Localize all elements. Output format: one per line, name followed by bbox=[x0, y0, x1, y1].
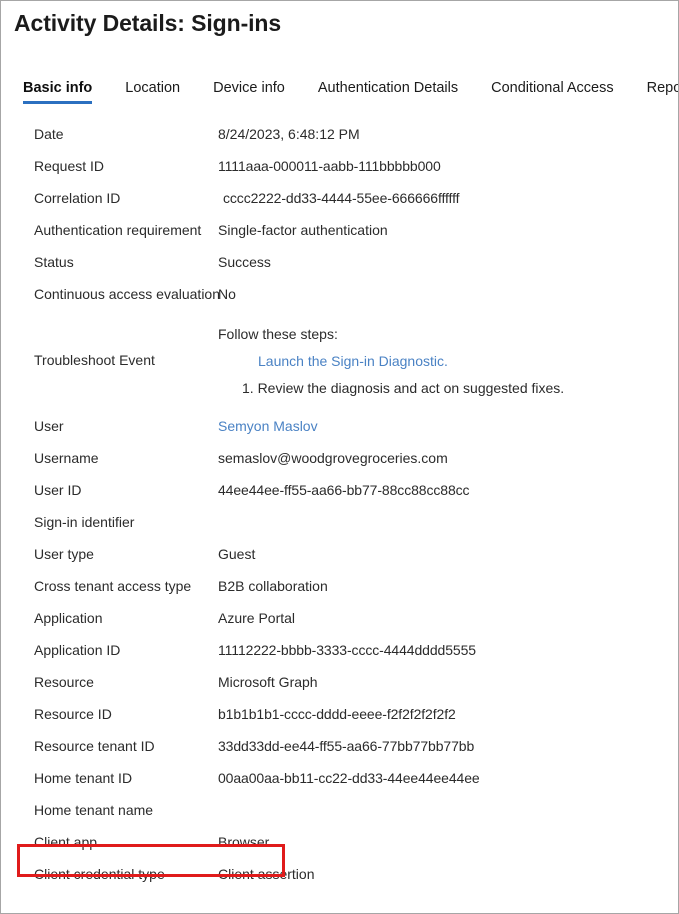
row-value: b1b1b1b1-cccc-dddd-eeee-f2f2f2f2f2f2 bbox=[218, 706, 456, 722]
row-application: Application Azure Portal bbox=[1, 602, 678, 634]
row-value: Semyon Maslov bbox=[218, 410, 678, 442]
row-label: Continuous access evaluation bbox=[34, 286, 221, 302]
tab-report-only[interactable]: Report-only bbox=[646, 80, 678, 107]
row-label: Status bbox=[34, 254, 74, 270]
troubleshoot-step-1: 1. Review the diagnosis and act on sugge… bbox=[242, 379, 565, 396]
row-resource-id: Resource ID b1b1b1b1-cccc-dddd-eeee-f2f2… bbox=[1, 698, 678, 730]
row-value: B2B collaboration bbox=[218, 578, 328, 594]
row-value: Microsoft Graph bbox=[218, 674, 318, 690]
row-value: Azure Portal bbox=[218, 610, 296, 626]
tab-label: Location bbox=[125, 80, 181, 96]
tab-basic-info[interactable]: Basic info bbox=[23, 80, 93, 107]
row-label: Home tenant name bbox=[34, 802, 154, 818]
row-home-tenant-name: Home tenant name bbox=[1, 794, 678, 826]
row-resource: Resource Microsoft Graph bbox=[1, 666, 678, 698]
row-label: Resource bbox=[34, 674, 94, 690]
row-value: Single-factor authentication bbox=[218, 222, 388, 238]
row-label: User ID bbox=[34, 482, 82, 498]
row-value: 44ee44ee-ff55-aa66-bb77-88cc88cc88cc bbox=[218, 482, 470, 498]
tab-device-info[interactable]: Device info bbox=[213, 80, 285, 107]
row-label: Home tenant ID bbox=[34, 770, 133, 786]
row-username: Username semaslov@woodgrovegroceries.com bbox=[1, 442, 678, 474]
row-label: Client app bbox=[34, 834, 98, 850]
row-value: semaslov@woodgrovegroceries.com bbox=[218, 450, 448, 466]
row-date: Date 8/24/2023, 6:48:12 PM bbox=[1, 118, 678, 150]
row-value: Browser bbox=[218, 834, 270, 850]
row-continuous-access-evaluation: Continuous access evaluation No bbox=[1, 278, 678, 310]
row-value: 8/24/2023, 6:48:12 PM bbox=[218, 126, 360, 142]
row-value: 00aa00aa-bb11-cc22-dd33-44ee44ee44ee bbox=[218, 770, 480, 786]
tab-label: Conditional Access bbox=[491, 80, 614, 96]
row-label: Date bbox=[34, 126, 64, 142]
row-value: No bbox=[218, 286, 236, 302]
row-value: 33dd33dd-ee44-ff55-aa66-77bb77bb77bb bbox=[218, 738, 475, 754]
row-user-type: User type Guest bbox=[1, 538, 678, 570]
row-signin-identifier: Sign-in identifier bbox=[1, 506, 678, 538]
row-home-tenant-id: Home tenant ID 00aa00aa-bb11-cc22-dd33-4… bbox=[1, 762, 678, 794]
row-label: Resource tenant ID bbox=[34, 738, 155, 754]
row-label: Client credential type bbox=[34, 866, 165, 882]
troubleshoot-body: Follow these steps: Launch the Sign-in D… bbox=[218, 319, 678, 402]
detail-rows: Date 8/24/2023, 6:48:12 PM Request ID 11… bbox=[1, 118, 678, 890]
row-status: Status Success bbox=[1, 246, 678, 278]
row-value: Client assertion bbox=[218, 866, 315, 882]
status-badge: Success bbox=[218, 254, 271, 270]
row-cross-tenant-access-type: Cross tenant access type B2B collaborati… bbox=[1, 570, 678, 602]
row-label: Authentication requirement bbox=[34, 222, 202, 238]
row-label: User type bbox=[34, 546, 94, 562]
row-label: Username bbox=[34, 450, 99, 466]
row-label: Sign-in identifier bbox=[34, 514, 135, 530]
row-resource-tenant-id: Resource tenant ID 33dd33dd-ee44-ff55-aa… bbox=[1, 730, 678, 762]
user-link[interactable]: Semyon Maslov bbox=[218, 418, 318, 434]
row-correlation-id: Correlation ID cccc2222-dd33-4444-55ee-6… bbox=[1, 182, 678, 214]
row-label: Request ID bbox=[34, 158, 105, 174]
row-value: 1111aaa-000011-aabb-111bbbbb000 bbox=[218, 158, 441, 174]
row-label: Correlation ID bbox=[34, 190, 121, 206]
row-value: 11112222-bbbb-3333-cccc-4444dddd5555 bbox=[218, 642, 476, 658]
row-label: Troubleshoot Event bbox=[34, 352, 155, 368]
row-client-app: Client app Browser bbox=[1, 826, 678, 858]
row-user: User Semyon Maslov bbox=[1, 410, 678, 442]
page-title: Activity Details: Sign-ins bbox=[14, 10, 282, 36]
row-client-credential-type: Client credential type Client assertion bbox=[1, 858, 678, 890]
tab-location[interactable]: Location bbox=[125, 80, 180, 107]
tab-bar: Basic info Location Device info Authenti… bbox=[23, 80, 678, 107]
tab-label: Authentication Details bbox=[317, 80, 459, 96]
row-value: cccc2222-dd33-4444-55ee-666666ffffff bbox=[223, 190, 460, 206]
troubleshoot-intro: Follow these steps: bbox=[218, 325, 338, 342]
troubleshoot-link-wrap: Launch the Sign-in Diagnostic. bbox=[218, 348, 678, 375]
row-label: Application bbox=[34, 610, 103, 626]
row-label: Application ID bbox=[34, 642, 121, 658]
row-authentication-requirement: Authentication requirement Single-factor… bbox=[1, 214, 678, 246]
row-value: Guest bbox=[218, 546, 256, 562]
row-label: Cross tenant access type bbox=[34, 578, 192, 594]
tab-label: Basic info bbox=[23, 80, 93, 96]
row-label: Resource ID bbox=[34, 706, 112, 722]
row-application-id: Application ID 11112222-bbbb-3333-cccc-4… bbox=[1, 634, 678, 666]
tab-label: Device info bbox=[213, 80, 285, 96]
row-troubleshoot-event: Troubleshoot Event Follow these steps: L… bbox=[1, 310, 678, 410]
launch-signin-diagnostic-link[interactable]: Launch the Sign-in Diagnostic. bbox=[258, 353, 448, 369]
row-request-id: Request ID 1111aaa-000011-aabb-111bbbbb0… bbox=[1, 150, 678, 182]
tab-label: Report-only bbox=[646, 80, 678, 96]
tab-conditional-access[interactable]: Conditional Access bbox=[491, 80, 614, 107]
tab-authentication-details[interactable]: Authentication Details bbox=[318, 80, 458, 107]
row-label: User bbox=[34, 418, 64, 434]
row-user-id: User ID 44ee44ee-ff55-aa66-bb77-88cc88cc… bbox=[1, 474, 678, 506]
activity-details-panel: Activity Details: Sign-ins Basic info Lo… bbox=[0, 0, 679, 914]
